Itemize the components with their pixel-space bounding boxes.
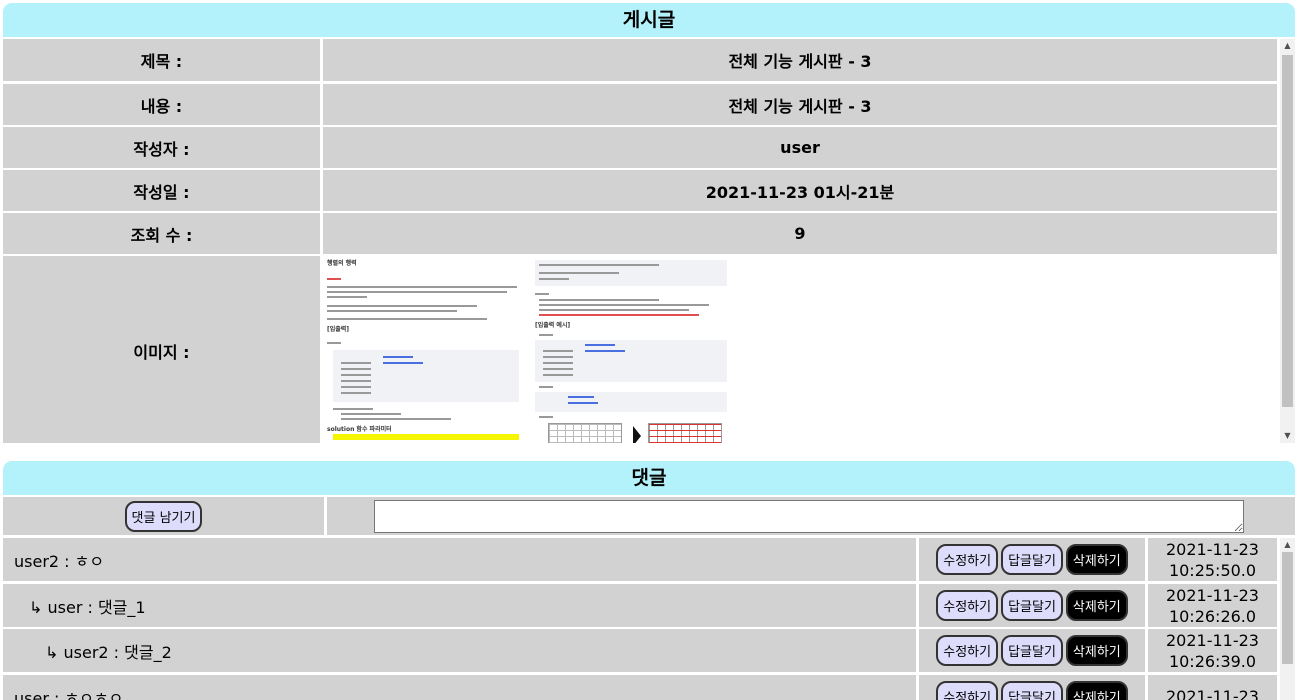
edit-comment-button[interactable]: 수정하기 [936,544,999,575]
scroll-down-arrow-icon[interactable]: ▼ [1280,429,1295,443]
comment-text: user2 : ㅎㅇ [3,538,916,581]
delete-comment-button[interactable]: 삭제하기 [1065,544,1128,575]
comment-text: ↳ user : 댓글_1 [3,584,916,627]
image-section-example: [입출력 예시] [535,322,571,329]
post-scrollbar[interactable]: ▲ ▼ [1280,39,1295,443]
post-detail-panel[interactable]: 제목 : 전체 기능 게시판 - 3 내용 : 전체 기능 게시판 - 3 작성… [3,39,1295,443]
comment-date: 2021-11-23 [1166,687,1259,700]
comment-timestamp: 2021-11-23 10:26:26.0 [1148,584,1277,627]
post-content-value: 전체 기능 게시판 - 3 [323,84,1277,125]
comment-time: 10:25:50.0 [1168,560,1257,580]
post-date-label: 작성일 : [3,170,320,211]
comments-section-header: 댓글 [3,461,1295,495]
scrollbar-thumb[interactable] [1282,552,1293,664]
comment-actions: 수정하기 답글달기 삭제하기 [919,538,1145,581]
delete-comment-button[interactable]: 삭제하기 [1065,635,1128,666]
comment-timestamp: 2021-11-23 10:25:50.0 [1148,538,1277,581]
comment-scrollbar[interactable]: ▲ [1280,538,1295,700]
comment-actions: 수정하기 답글달기 삭제하기 [919,629,1145,672]
comment-timestamp: 2021-11-23 10:26:39.0 [1148,629,1277,672]
comment-textarea-cell [327,497,1295,535]
post-views-value: 9 [323,213,1277,254]
post-title-value: 전체 기능 게시판 - 3 [323,39,1277,81]
reply-comment-button[interactable]: 답글달기 [1001,544,1063,575]
post-attached-image: 행렬의 행력 [입출력] solution 함수 파라미터 [입출력 예시] [323,256,743,443]
comment-submit-cell: 댓글 남기기 [3,497,324,535]
post-title-row: 제목 : 전체 기능 게시판 - 3 [3,39,1277,81]
post-date-value: 2021-11-23 01시-21분 [323,170,1277,211]
comment-text: ↳ user2 : 댓글_2 [3,629,916,672]
delete-comment-button[interactable]: 삭제하기 [1065,681,1128,700]
comment-timestamp: 2021-11-23 [1148,675,1277,700]
comment-input-row: 댓글 남기기 [3,497,1295,535]
post-author-label: 작성자 : [3,127,320,168]
post-image-cell: 행렬의 행력 [입출력] solution 함수 파라미터 [입출력 예시] [323,256,1277,443]
comment-time: 10:26:26.0 [1168,606,1257,626]
image-section-input: [입출력] [327,326,350,333]
reply-comment-button[interactable]: 답글달기 [1001,635,1063,666]
comment-list-panel[interactable]: user2 : ㅎㅇ 수정하기 답글달기 삭제하기 2021-11-23 10:… [3,538,1295,700]
edit-comment-button[interactable]: 수정하기 [936,635,999,666]
comment-date: 2021-11-23 [1166,630,1259,650]
post-content-label: 내용 : [3,84,320,125]
comment-date: 2021-11-23 [1166,585,1259,605]
post-image-label: 이미지 : [3,256,320,443]
delete-comment-button[interactable]: 삭제하기 [1065,590,1128,621]
post-author-value: user [323,127,1277,168]
post-content-row: 내용 : 전체 기능 게시판 - 3 [3,84,1277,125]
post-date-row: 작성일 : 2021-11-23 01시-21분 [3,170,1277,211]
post-author-row: 작성자 : user [3,127,1277,168]
comment-row: ↳ user2 : 댓글_2 수정하기 답글달기 삭제하기 2021-11-23… [3,629,1277,672]
comment-text: user : ㅎㅇㅎㅇ [3,675,916,700]
submit-comment-button[interactable]: 댓글 남기기 [124,500,203,532]
comment-textarea[interactable] [374,499,1244,533]
edit-comment-button[interactable]: 수정하기 [936,590,999,621]
edit-comment-button[interactable]: 수정하기 [936,681,999,700]
post-views-row: 조회 수 : 9 [3,213,1277,254]
post-title-label: 제목 : [3,39,320,81]
comment-actions: 수정하기 답글달기 삭제하기 [919,584,1145,627]
image-title-text: 행렬의 행력 [327,260,357,267]
image-section-solution: solution 함수 파라미터 [327,426,392,433]
scroll-up-arrow-icon[interactable]: ▲ [1280,39,1295,53]
reply-comment-button[interactable]: 답글달기 [1001,590,1063,621]
comment-row: ↳ user : 댓글_1 수정하기 답글달기 삭제하기 2021-11-23 … [3,584,1277,627]
post-image-row: 이미지 : 행렬의 행력 [입출력] solution 함수 파라미터 [입출력… [3,256,1277,443]
comment-row: user2 : ㅎㅇ 수정하기 답글달기 삭제하기 2021-11-23 10:… [3,538,1277,581]
scrollbar-thumb[interactable] [1282,55,1293,407]
post-views-label: 조회 수 : [3,213,320,254]
comment-date: 2021-11-23 [1166,539,1259,559]
comment-time: 10:26:39.0 [1168,651,1257,671]
comment-actions: 수정하기 답글달기 삭제하기 [919,675,1145,700]
post-section-header: 게시글 [3,3,1295,37]
scroll-up-arrow-icon[interactable]: ▲ [1280,538,1295,552]
comment-row: user : ㅎㅇㅎㅇ 수정하기 답글달기 삭제하기 2021-11-23 [3,675,1277,700]
reply-comment-button[interactable]: 답글달기 [1001,681,1063,700]
